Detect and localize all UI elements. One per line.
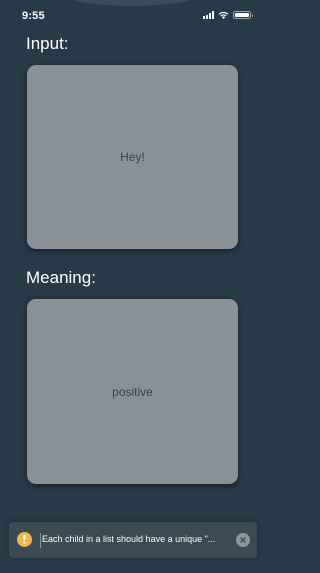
meaning-label: Meaning: bbox=[26, 268, 96, 287]
toast-divider bbox=[40, 533, 41, 548]
meaning-text: positive bbox=[112, 384, 153, 399]
status-icons bbox=[203, 11, 253, 19]
warning-icon bbox=[17, 532, 32, 547]
status-bar: 9:55 bbox=[0, 0, 265, 26]
input-card[interactable]: Hey! bbox=[27, 65, 238, 249]
wifi-icon bbox=[218, 11, 229, 19]
signal-icon bbox=[203, 11, 214, 19]
input-label: Input: bbox=[26, 34, 69, 53]
input-text: Hey! bbox=[120, 150, 145, 164]
close-icon[interactable] bbox=[236, 533, 250, 547]
warning-toast[interactable]: Each child in a list should have a uniqu… bbox=[9, 522, 257, 558]
toast-message: Each child in a list should have a uniqu… bbox=[42, 534, 216, 544]
device-notch bbox=[57, 0, 207, 6]
status-time: 9:55 bbox=[22, 10, 45, 22]
meaning-card: positive bbox=[27, 299, 238, 484]
battery-icon bbox=[233, 11, 253, 19]
